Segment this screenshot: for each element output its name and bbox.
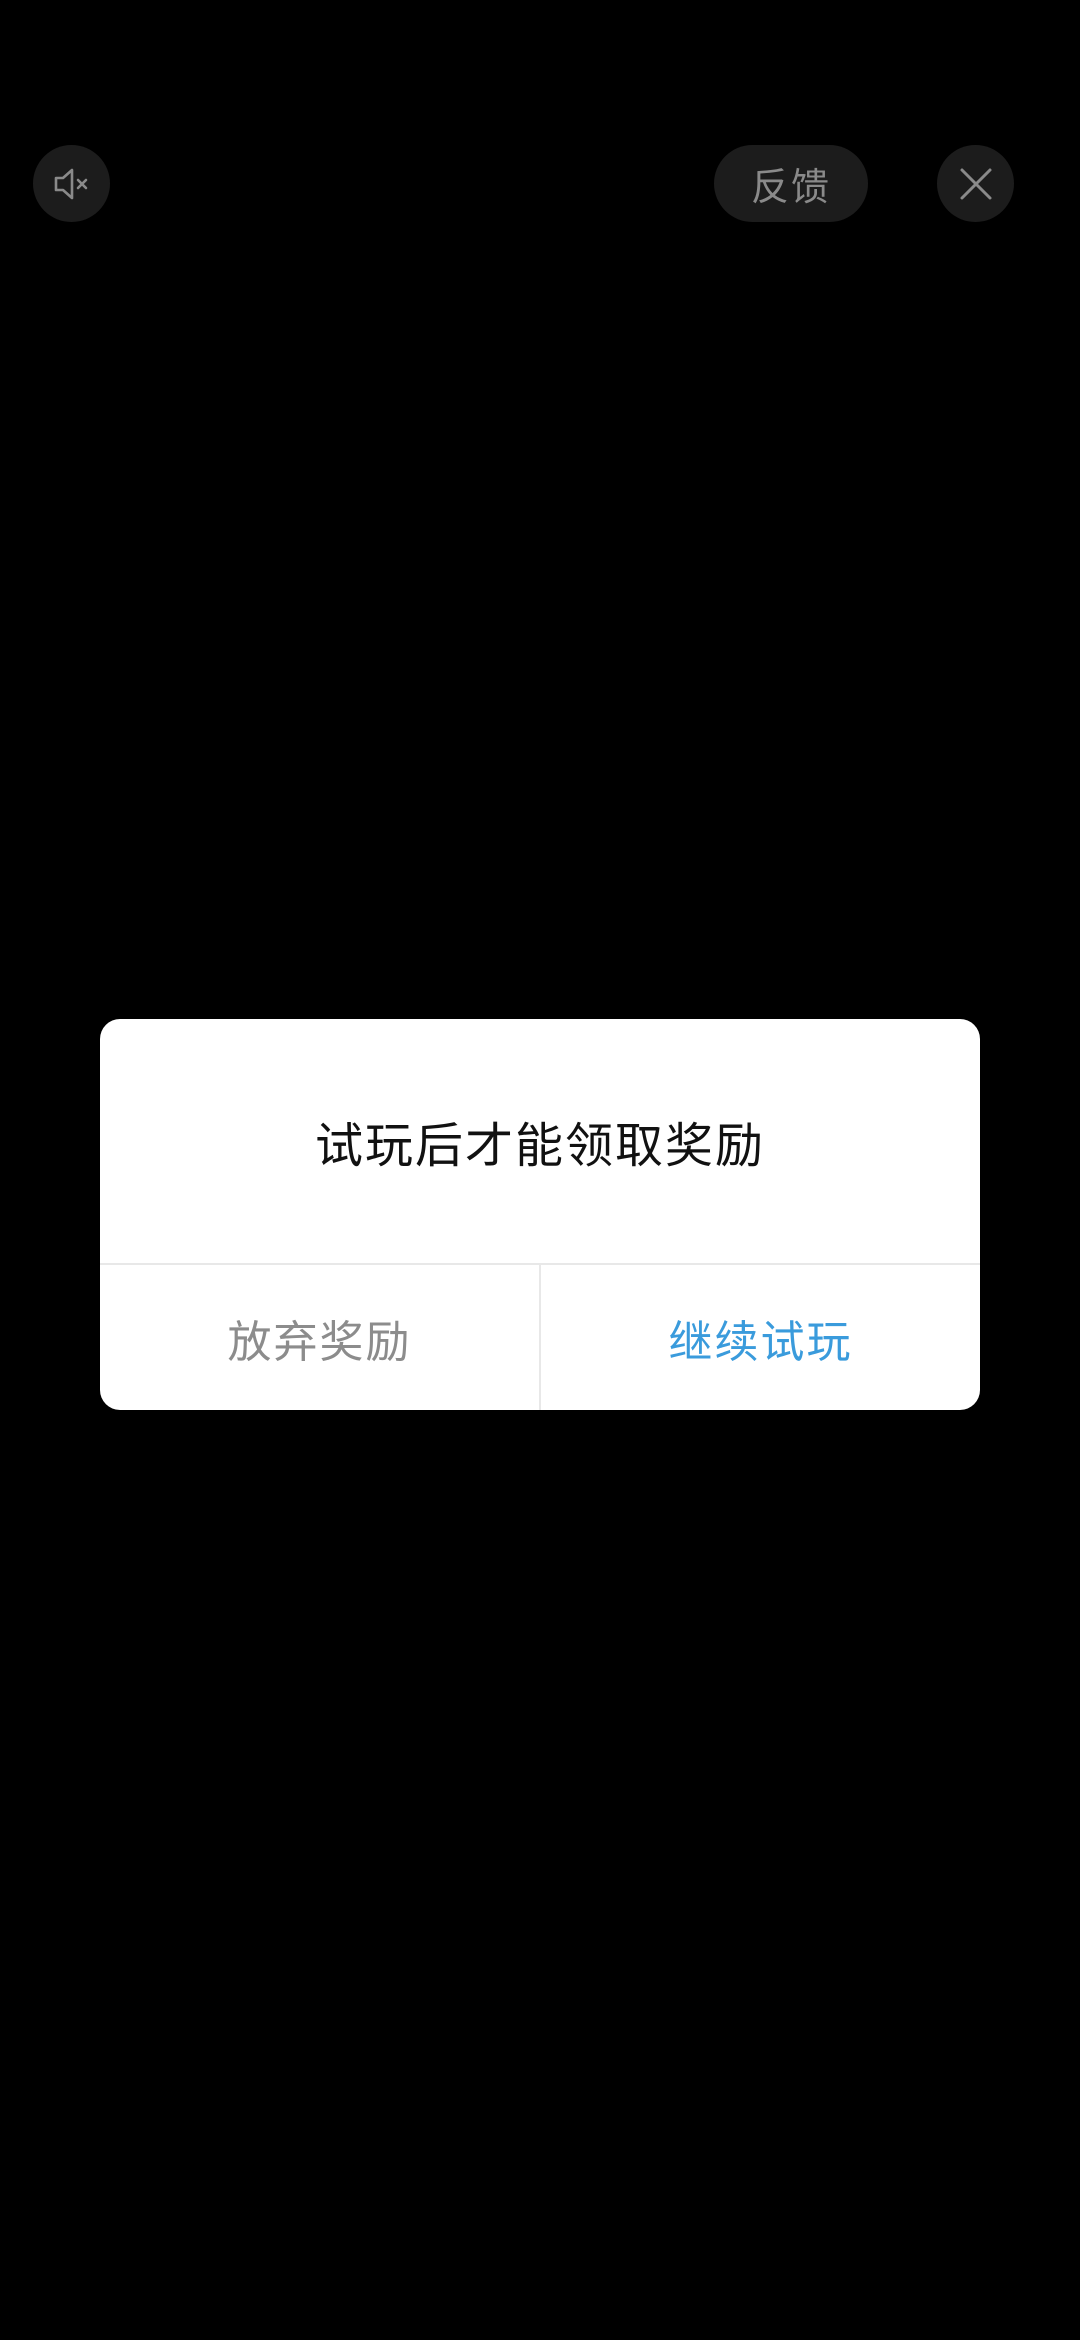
abandon-reward-button[interactable]: 放弃奖励: [100, 1265, 539, 1410]
ad-screen: 反馈 试玩后才能领取奖励 放弃奖励 继续试玩: [0, 0, 1080, 2340]
close-icon: [960, 168, 991, 199]
continue-trial-label: 继续试玩: [668, 1316, 853, 1368]
dialog-message-text: 试玩后才能领取奖励: [314, 1118, 765, 1174]
close-button[interactable]: [937, 145, 1014, 222]
mute-button[interactable]: [33, 145, 110, 222]
speaker-muted-icon: [54, 168, 87, 199]
top-bar: 反馈: [0, 0, 1080, 240]
abandon-reward-label: 放弃奖励: [227, 1316, 412, 1368]
feedback-label: 反馈: [750, 165, 831, 209]
reward-dialog: 试玩后才能领取奖励 放弃奖励 继续试玩: [100, 1019, 980, 1410]
feedback-button[interactable]: 反馈: [714, 145, 868, 222]
dialog-message: 试玩后才能领取奖励: [100, 1019, 980, 1263]
continue-trial-button[interactable]: 继续试玩: [541, 1265, 980, 1410]
